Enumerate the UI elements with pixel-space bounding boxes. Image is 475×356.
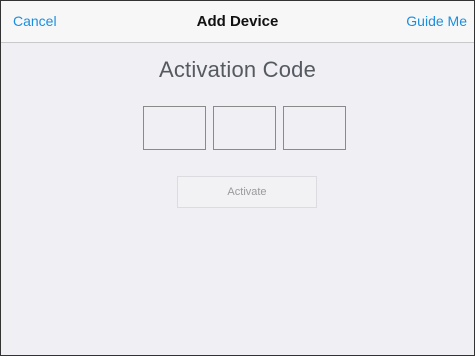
activation-code-field-2[interactable] [213, 106, 276, 150]
activation-code-fields [143, 106, 346, 150]
activate-button[interactable]: Activate [177, 176, 317, 208]
activation-code-heading: Activation Code [158, 57, 317, 82]
page-title: Add Device [196, 13, 279, 30]
cancel-button[interactable]: Cancel [13, 1, 57, 42]
add-device-screen: Cancel Add Device Guide Me Activation Co… [0, 0, 475, 356]
activation-code-field-1[interactable] [143, 106, 206, 150]
activation-code-field-3[interactable] [283, 106, 346, 150]
guide-me-button[interactable]: Guide Me [406, 1, 467, 42]
navigation-bar: Cancel Add Device Guide Me [1, 1, 474, 43]
